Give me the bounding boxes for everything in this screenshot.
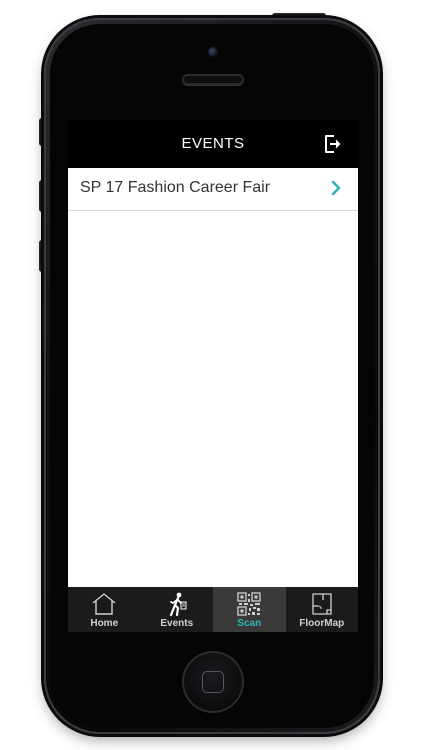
app-screen: EVENTS SP 17 Fashion Career Fair Home Ev… xyxy=(68,120,358,632)
events-list: SP 17 Fashion Career Fair xyxy=(68,168,358,211)
app-preview: EVENTS SP 17 Fashion Career Fair Home Ev… xyxy=(0,0,422,750)
logout-button[interactable] xyxy=(322,133,344,155)
tab-floormap[interactable]: FloorMap xyxy=(286,587,359,632)
tab-bar: Home Events Scan FloorMap xyxy=(68,587,358,632)
house-icon xyxy=(92,593,116,615)
tab-home[interactable]: Home xyxy=(68,587,141,632)
qr-code-icon xyxy=(237,592,261,616)
tab-events[interactable]: Events xyxy=(141,587,214,632)
front-camera xyxy=(208,47,218,57)
page-title: EVENTS xyxy=(181,135,245,152)
floor-map-icon xyxy=(312,593,332,615)
chevron-right-icon xyxy=(331,180,341,196)
home-button-icon xyxy=(202,671,224,693)
logout-icon xyxy=(325,135,341,153)
home-button[interactable] xyxy=(182,651,244,713)
navigation-bar: EVENTS xyxy=(68,120,358,168)
tab-home-label: Home xyxy=(90,618,119,629)
tab-floormap-label: FloorMap xyxy=(299,618,345,629)
walking-person-icon xyxy=(169,592,187,617)
tab-scan[interactable]: Scan xyxy=(213,587,286,632)
earpiece-speaker xyxy=(182,74,244,85)
event-name: SP 17 Fashion Career Fair xyxy=(80,179,271,196)
tab-scan-label: Scan xyxy=(237,618,262,629)
tab-events-label: Events xyxy=(160,618,194,629)
list-item[interactable]: SP 17 Fashion Career Fair xyxy=(68,168,358,211)
